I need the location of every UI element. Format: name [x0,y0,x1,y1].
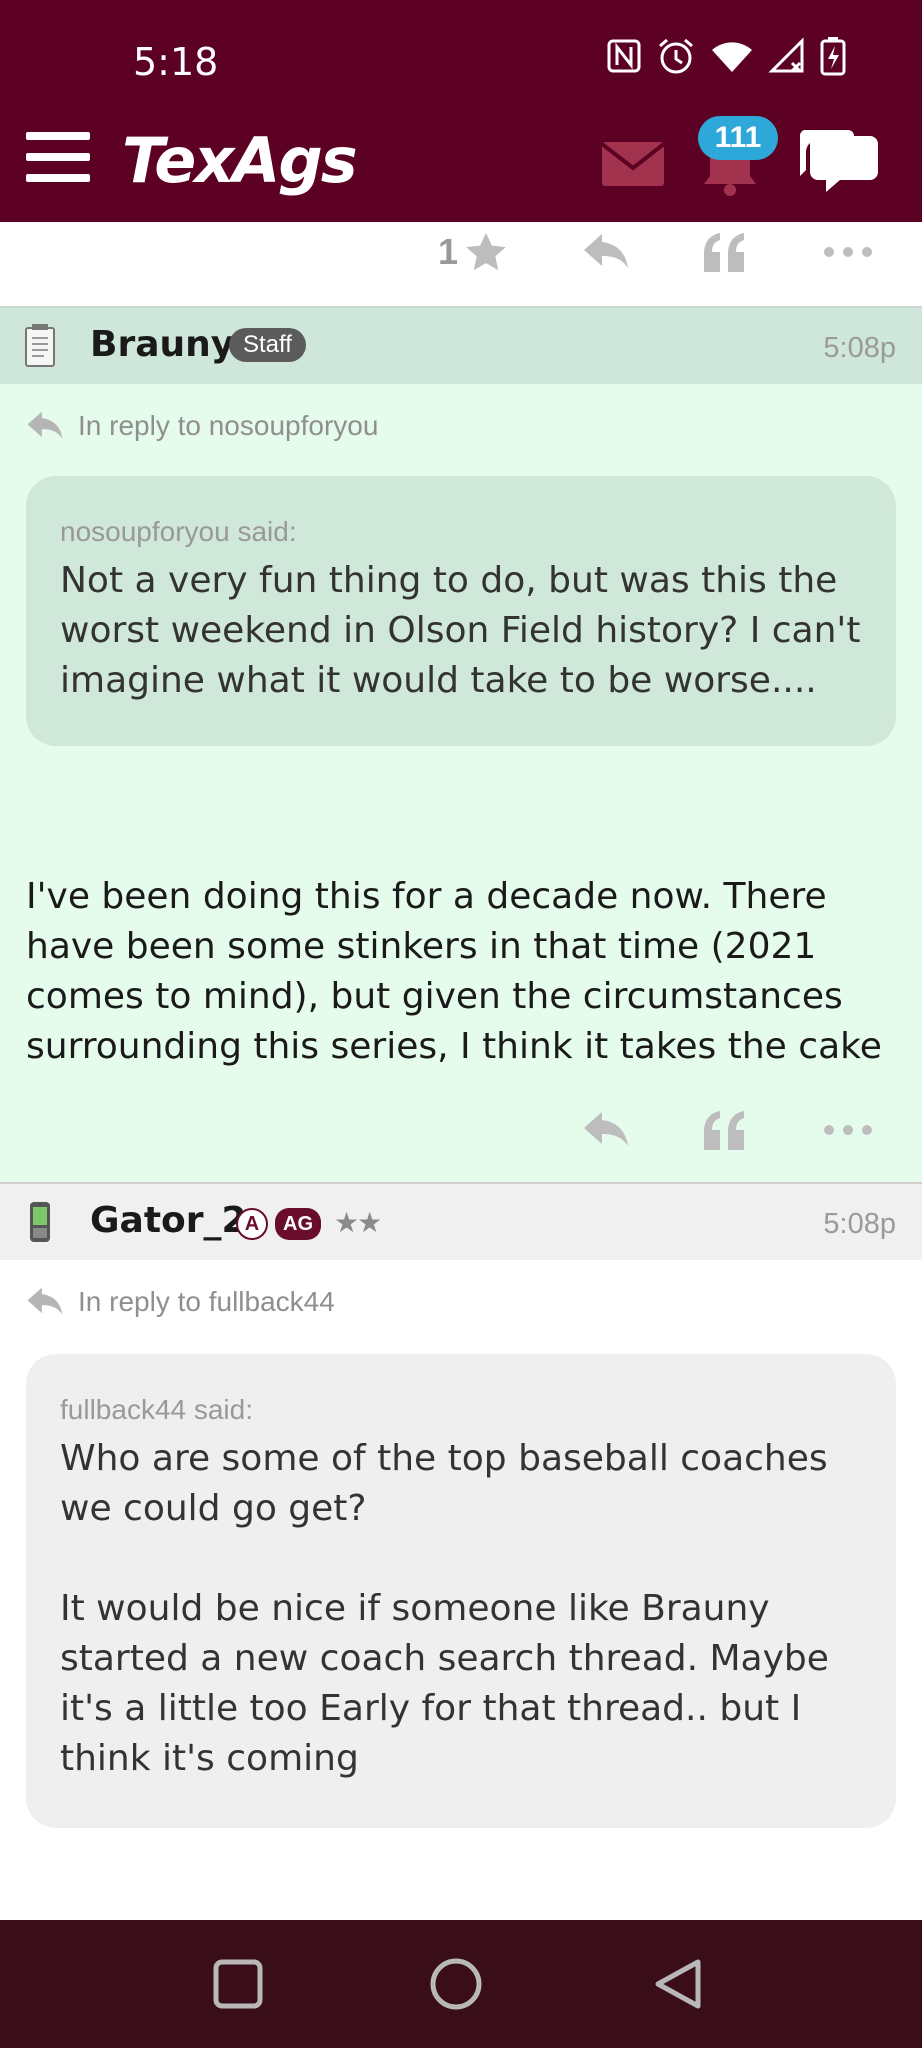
texags-logo[interactable]: TexAgs [122,124,358,197]
quote-author: fullback44 said: [60,1394,254,1425]
notepad-avatar-icon[interactable] [24,322,56,368]
post: Gator_2 A AG ★★ 5:08p In reply to fullba… [0,1182,922,1920]
more-dots-icon [824,247,872,257]
back-triangle-icon[interactable] [648,1954,708,2014]
reply-to-text: In reply to fullback44 [78,1286,335,1317]
cellphone-avatar-icon[interactable] [24,1198,56,1244]
hamburger-menu-icon[interactable] [26,132,90,182]
post-header: Brauny Staff 5:08p [0,308,922,384]
like-button[interactable]: 1 [438,222,508,282]
username[interactable]: Gator_2 [90,1200,247,1241]
post-header: Gator_2 A AG ★★ 5:08p [0,1184,922,1260]
chat-bubbles-icon[interactable] [800,126,884,198]
reply-arrow-icon [27,411,63,439]
post-body: I've been doing this for a decade now. T… [26,876,882,1067]
quote-button[interactable] [702,222,746,282]
notifications-count-badge: 111 [698,116,778,160]
username[interactable]: Brauny [90,324,234,365]
system-navigation-bar [0,1920,922,2048]
mail-icon[interactable] [602,142,664,186]
recent-apps-square-icon[interactable] [208,1954,268,2014]
quote-author: nosoupforyou said: [60,516,297,547]
post: Brauny Staff 5:08p In reply to nosoupfor… [0,308,922,1182]
more-dots-icon [824,1125,872,1135]
quote-box: fullback44 said: Who are some of the top… [26,1354,896,1828]
quote-button[interactable] [702,1100,746,1160]
quote-text: Who are some of the top baseball coaches… [60,1438,829,1779]
reply-to-link[interactable]: In reply to fullback44 [26,1286,335,1318]
reply-to-link[interactable]: In reply to nosoupforyou [26,410,378,442]
more-options-button[interactable] [822,1100,874,1160]
home-circle-icon[interactable] [426,1954,486,2014]
more-options-button[interactable] [822,222,874,282]
quote-icon [704,1111,744,1150]
battery-charging-icon [820,37,846,76]
reply-button[interactable] [582,1100,630,1160]
user-stars: ★★ [334,1207,382,1238]
post-time[interactable]: 5:08p [823,332,896,365]
like-count: 1 [438,231,459,272]
reply-button[interactable] [582,222,630,282]
status-time: 5:18 [133,40,219,84]
staff-badge: Staff [229,328,306,362]
quote-text: Not a very fun thing to do, but was this… [60,560,861,701]
star-icon [466,232,506,271]
reply-arrow-icon [584,1112,628,1146]
status-icons [606,36,846,76]
app-header: 5:18 TexAgs 111 [0,0,922,222]
alarm-icon [659,38,693,74]
signal-icon [768,37,804,73]
reply-to-text: In reply to nosoupforyou [78,410,379,441]
quote-box: nosoupforyou said: Not a very fun thing … [26,476,896,746]
reply-arrow-icon [27,1287,63,1315]
a-badge: A [236,1208,268,1240]
reply-arrow-icon [584,234,628,268]
previous-post-actions: 1 [0,222,922,308]
nfc-icon [607,39,641,73]
quote-icon [704,233,744,272]
ag-badge: AG [275,1208,321,1240]
post-time[interactable]: 5:08p [823,1208,896,1241]
wifi-icon [712,42,752,72]
